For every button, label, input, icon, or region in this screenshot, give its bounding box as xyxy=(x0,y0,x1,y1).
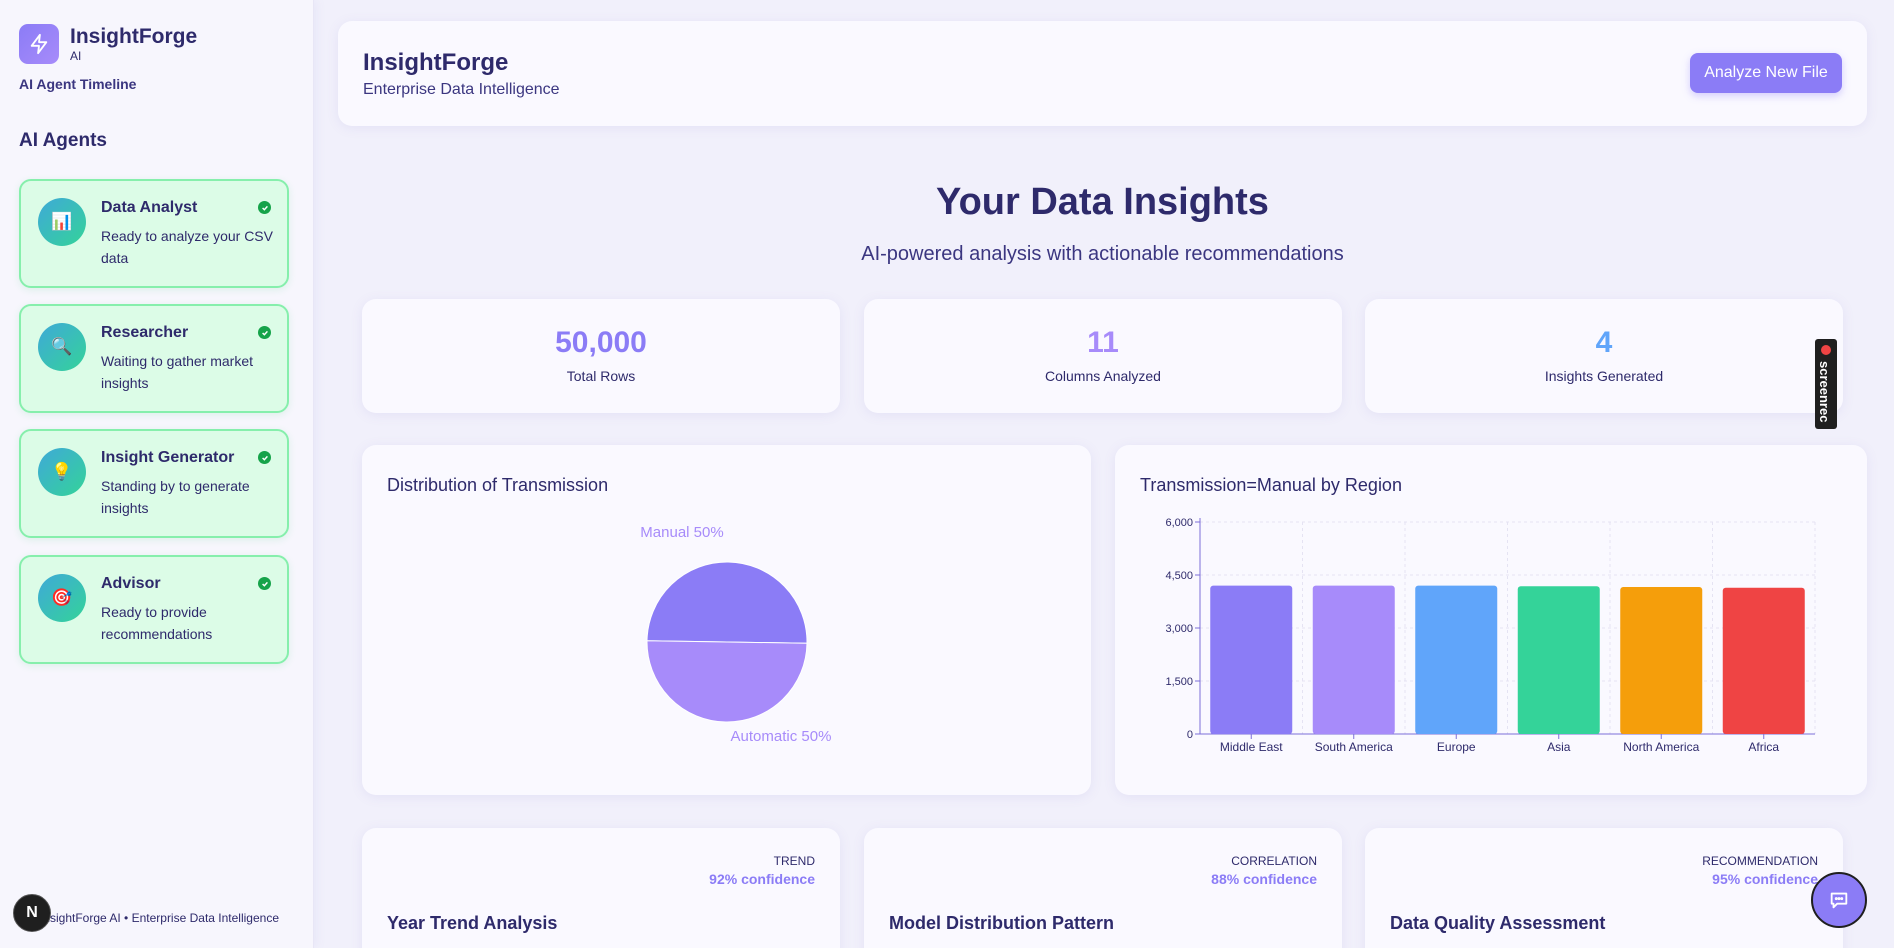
insight-confidence: 92% confidence xyxy=(709,871,815,887)
stat-card-total-rows: 50,000 Total Rows xyxy=(362,299,840,413)
stat-label: Total Rows xyxy=(566,368,636,384)
y-tick-label: 4,500 xyxy=(1165,570,1193,582)
insight-title: Data Quality Assessment xyxy=(1390,913,1606,933)
check-icon xyxy=(258,451,271,464)
agent-status-text: Ready to analyze your CSV data xyxy=(101,228,273,266)
bar-africa[interactable] xyxy=(1722,587,1805,734)
top-header: InsightForge Enterprise Data Intelligenc… xyxy=(338,21,1867,126)
stat-label: Insights Generated xyxy=(1544,368,1664,384)
insight-title: Model Distribution Pattern xyxy=(889,913,1114,933)
y-tick-label: 3,000 xyxy=(1165,623,1193,635)
agent-name: Researcher xyxy=(101,324,189,341)
y-tick-label: 0 xyxy=(1187,729,1193,741)
sidebar-footer: InsightForge AI • Enterprise Data Intell… xyxy=(40,911,279,925)
stat-value: 11 xyxy=(1087,326,1119,359)
pie-chart: Manual 50% Automatic 50% xyxy=(640,524,832,745)
x-tick-label: Asia xyxy=(1547,740,1571,754)
x-tick-label: Europe xyxy=(1437,740,1476,754)
chart-title: Transmission=Manual by Region xyxy=(1140,475,1402,495)
insight-type-badge: TREND xyxy=(773,854,815,868)
insight-confidence: 88% confidence xyxy=(1211,871,1317,887)
screenrec-label: screenrec xyxy=(1817,361,1832,423)
check-icon xyxy=(258,577,271,590)
sidebar: InsightForge AI AI Agent Timeline AI Age… xyxy=(0,0,314,948)
brand[interactable]: InsightForge AI xyxy=(19,24,197,64)
insight-confidence: 95% confidence xyxy=(1712,871,1818,887)
x-tick-label: Africa xyxy=(1748,740,1779,754)
agent-status-text: Standing by to generate insights xyxy=(101,478,250,516)
bar-asia[interactable] xyxy=(1517,586,1600,734)
bar-chart-card: Transmission=Manual by Region 0 1,500 3,00… xyxy=(1115,445,1867,795)
y-tick-label: 1,500 xyxy=(1165,676,1193,688)
bar-middle-east[interactable] xyxy=(1210,585,1293,734)
stat-value: 4 xyxy=(1595,326,1613,359)
pie-label-manual: Manual 50% xyxy=(640,524,723,541)
stat-value: 50,000 xyxy=(555,326,647,359)
stat-label: Columns Analyzed xyxy=(1045,368,1161,384)
stat-card-columns: 11 Columns Analyzed xyxy=(864,299,1342,413)
insight-card-trend[interactable]: TREND 92% confidence Year Trend Analysis xyxy=(362,828,840,948)
x-tick-label: South America xyxy=(1315,740,1393,754)
y-tick-label: 6,000 xyxy=(1165,517,1193,529)
insight-card-recommendation[interactable]: RECOMMENDATION 95% confidence Data Quali… xyxy=(1365,828,1843,948)
agent-status-text: Ready to provide recommendations xyxy=(101,604,213,642)
bar-south-america[interactable] xyxy=(1312,585,1395,734)
insight-card-correlation[interactable]: CORRELATION 88% confidence Model Distrib… xyxy=(864,828,1342,948)
brand-name: InsightForge xyxy=(70,25,198,48)
agent-name: Insight Generator xyxy=(101,449,235,466)
lightning-icon xyxy=(19,24,59,64)
agent-card-researcher[interactable]: 🔍 Researcher Waiting to gather market in… xyxy=(19,304,289,413)
chat-bubble-icon xyxy=(1830,892,1848,909)
agent-card-advisor[interactable]: 🎯 Advisor Ready to provide recommendatio… xyxy=(19,555,289,664)
check-icon xyxy=(258,201,271,214)
bar-europe[interactable] xyxy=(1415,585,1498,734)
agent-name: Data Analyst xyxy=(101,199,198,216)
chart-title: Distribution of Transmission xyxy=(387,475,609,495)
target-icon: 🎯 xyxy=(38,574,86,622)
pie-chart-card: Distribution of Transmission Manual 50% … xyxy=(362,445,1091,795)
brand-suffix: AI xyxy=(70,49,82,63)
check-icon xyxy=(258,326,271,339)
agents-heading: AI Agents xyxy=(19,130,107,151)
stat-card-insights: 4 Insights Generated xyxy=(1365,299,1843,413)
chat-button[interactable] xyxy=(1811,872,1867,928)
magnifier-icon: 🔍 xyxy=(38,323,86,371)
record-dot-icon xyxy=(1821,345,1831,355)
agent-status-text: Waiting to gather market insights xyxy=(101,353,253,391)
lightbulb-icon: 💡 xyxy=(38,448,86,496)
page-subtitle: AI-powered analysis with actionable reco… xyxy=(861,243,1344,265)
analyze-new-file-button[interactable]: Analyze New File xyxy=(1690,53,1842,93)
chart-icon: 📊 xyxy=(38,198,86,246)
insight-title: Year Trend Analysis xyxy=(387,913,558,933)
pie-slice-automatic[interactable] xyxy=(646,640,808,723)
x-tick-label: Middle East xyxy=(1220,740,1283,754)
insight-type-badge: CORRELATION xyxy=(1231,854,1317,868)
pie-label-automatic: Automatic 50% xyxy=(731,728,832,745)
insight-type-badge: RECOMMENDATION xyxy=(1702,854,1818,868)
header-title: InsightForge xyxy=(363,49,509,76)
screenrec-overlay[interactable]: screenrec xyxy=(1815,339,1837,429)
x-tick-label: North America xyxy=(1623,740,1699,754)
agent-card-data-analyst[interactable]: 📊 Data Analyst Ready to analyze your CSV… xyxy=(19,179,289,288)
pie-slice-manual[interactable] xyxy=(646,561,808,644)
page-title: Your Data Insights xyxy=(936,181,1269,223)
bar-chart: 0 1,500 3,000 4,500 6,000 Middle East South Am… xyxy=(1165,517,1816,754)
brand-subtitle: AI Agent Timeline xyxy=(19,76,137,92)
bar-north-america[interactable] xyxy=(1620,587,1703,734)
agent-name: Advisor xyxy=(101,575,161,592)
agent-card-insight-generator[interactable]: 💡 Insight Generator Standing by to gener… xyxy=(19,429,289,538)
header-subtitle: Enterprise Data Intelligence xyxy=(363,81,560,98)
n-logo-badge[interactable]: N xyxy=(13,894,51,932)
